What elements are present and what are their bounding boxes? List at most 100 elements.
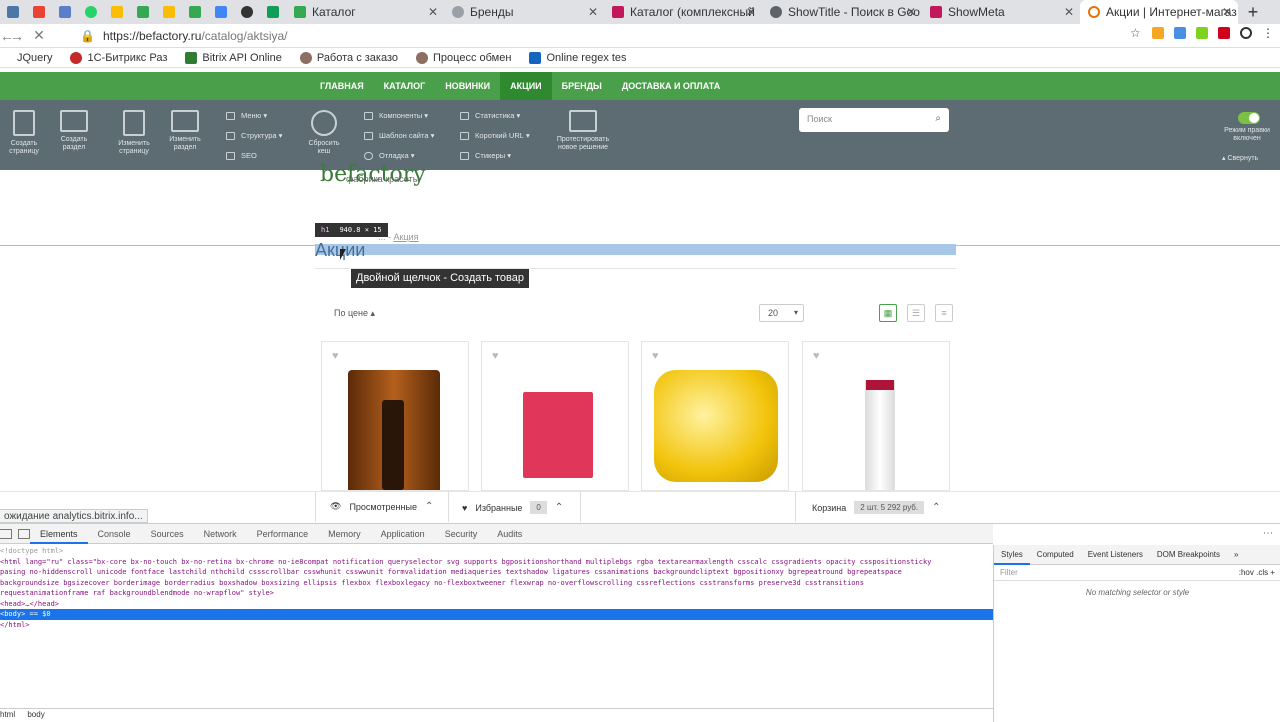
edit-section-button[interactable]: Изменить раздел [163,110,207,152]
close-icon[interactable]: ✕ [428,5,438,19]
breadcrumb-link[interactable]: Акция [394,232,419,242]
nav-item-home[interactable]: ГЛАВНАЯ [310,72,374,100]
extension-icon[interactable] [1196,27,1208,39]
filter-toggles[interactable]: :hov .cls + [1239,568,1275,577]
forward-icon[interactable]: → [6,28,28,44]
pinned-tab-circle[interactable] [234,0,260,24]
browser-tab[interactable]: Бренды ✕ [444,0,604,24]
pinned-tab-drive-1[interactable] [104,0,130,24]
more-tabs-icon[interactable]: » [1227,545,1245,565]
extension-icon[interactable] [1152,27,1164,39]
menu-icon[interactable]: ⋮ [1262,27,1274,39]
browser-tab[interactable]: Каталог ✕ [286,0,444,24]
favorite-heart-icon[interactable]: ♥ [332,350,339,362]
dom-node[interactable]: requestanimationframe raf backgroundblen… [0,588,993,599]
cart-toggle[interactable]: Корзина 2 шт. 5 292 руб. ⌃ [812,501,941,514]
seo-button[interactable]: SEO [226,151,257,160]
tab-console[interactable]: Console [88,524,141,544]
bookmark[interactable]: Работа с заказо [299,51,398,64]
pinned-tab-drive-3[interactable] [156,0,182,24]
tab-dom-breakpoints[interactable]: DOM Breakpoints [1150,545,1227,565]
bookmark[interactable]: Bitrix API Online [185,51,282,64]
pinned-tab-gmail[interactable] [26,0,52,24]
view-grid-button[interactable]: ▦ [879,304,897,322]
close-icon[interactable]: ✕ [746,5,756,19]
crumb-body[interactable]: body [27,710,44,719]
tab-elements[interactable]: Elements [30,524,88,544]
pinned-tab-whatsapp[interactable] [78,0,104,24]
edit-mode-toggle[interactable] [1238,112,1260,124]
nav-item-catalog[interactable]: КАТАЛОГ [374,72,436,100]
view-table-button[interactable]: ≡ [935,304,953,322]
crumb-html[interactable]: html [0,710,15,719]
favorite-heart-icon[interactable]: ♥ [492,350,499,362]
bookmark[interactable]: Процесс обмен [416,51,511,64]
extension-icon[interactable] [1174,27,1186,39]
statistics-dropdown[interactable]: Статистика ▾ [460,111,520,120]
more-options-icon[interactable]: ⋮ [1262,528,1273,538]
site-logo[interactable]: befactory фабрика красоты [320,162,426,187]
dom-node[interactable]: pasing no-hiddenscroll unicode fontface … [0,567,993,578]
dom-node[interactable]: <!doctype html> [0,546,993,557]
dom-node[interactable]: <html lang="ru" class="bx-core bx-no-tou… [0,557,993,568]
structure-dropdown[interactable]: Структура ▾ [226,131,282,140]
product-card[interactable]: ♥ [802,341,950,491]
url-field[interactable]: 🔒 https://befactory.ru/catalog/aktsiya/ [80,29,288,43]
browser-tab-active[interactable]: Акции | Интернет-магаз ✕ [1080,0,1238,24]
tab-event-listeners[interactable]: Event Listeners [1081,545,1150,565]
tab-memory[interactable]: Memory [318,524,371,544]
pinned-tab-drive-4[interactable] [182,0,208,24]
dom-node[interactable]: backgroundsize bgsizecover borderimage b… [0,578,993,589]
favorites-toggle[interactable]: ♥ Избранные 0 ⌃ [462,501,563,514]
per-page-select[interactable]: 20 ▾ [759,304,804,322]
nav-item-brands[interactable]: БРЕНДЫ [552,72,612,100]
bookmark[interactable]: JQuery [0,51,52,64]
dom-node-selected[interactable]: <body> == $0 [0,609,993,620]
tab-application[interactable]: Application [371,524,435,544]
view-list-button[interactable]: ☰ [907,304,925,322]
browser-tab[interactable]: ShowMeta ✕ [922,0,1080,24]
tab-performance[interactable]: Performance [247,524,319,544]
profile-icon[interactable] [1240,27,1252,39]
extension-icon[interactable] [1218,27,1230,39]
debug-dropdown[interactable]: Отладка ▾ [364,151,415,160]
tab-security[interactable]: Security [435,524,488,544]
close-icon[interactable]: ✕ [906,5,916,19]
stop-icon[interactable]: ✕ [28,27,50,44]
reset-cache-button[interactable]: Сбросить кеш [302,110,346,156]
product-card[interactable]: ♥ [641,341,789,491]
close-icon[interactable]: ✕ [588,5,598,19]
sort-by-price[interactable]: По цене ▴ [334,308,375,319]
browser-tab[interactable]: ShowTitle - Поиск в Goo ✕ [762,0,922,24]
viewed-toggle[interactable]: 👁 Просмотренные ⌃ [330,501,433,512]
create-page-button[interactable]: Создать страницу [2,110,46,156]
components-dropdown[interactable]: Компоненты ▾ [364,111,428,120]
search-icon[interactable]: ⌕ [935,113,941,124]
pinned-tab-sheets[interactable] [52,0,78,24]
device-toolbar-icon[interactable] [18,528,30,539]
tab-audits[interactable]: Audits [487,524,532,544]
test-solution-button[interactable]: Протестировать новое решение [550,110,616,152]
bookmark[interactable]: 1С-Битрикс Раз [70,51,167,64]
product-card[interactable]: ♥ [321,341,469,491]
pinned-tab-vk[interactable] [0,0,26,24]
favorite-heart-icon[interactable]: ♥ [813,350,820,362]
dom-node[interactable]: <head>…</head> [0,599,993,610]
tab-styles[interactable]: Styles [994,545,1030,565]
tab-sources[interactable]: Sources [141,524,194,544]
admin-search-input[interactable]: Поиск ⌕ [799,108,949,132]
menu-dropdown[interactable]: Меню ▾ [226,111,267,120]
site-template-dropdown[interactable]: Шаблон сайта ▾ [364,131,434,140]
tab-network[interactable]: Network [194,524,247,544]
favorite-heart-icon[interactable]: ♥ [652,350,659,362]
browser-tab[interactable]: Каталог (комплексный ✕ [604,0,762,24]
nav-item-new[interactable]: НОВИНКИ [435,72,500,100]
close-icon[interactable]: ✕ [1064,5,1074,19]
edit-page-button[interactable]: Изменить страницу [112,110,156,156]
collapse-panel-button[interactable]: ▴ Свернуть [1222,154,1258,162]
nav-item-delivery[interactable]: ДОСТАВКА И ОПЛАТА [612,72,730,100]
stickers-dropdown[interactable]: Стикеры ▾ [460,151,511,160]
dom-node[interactable]: </html> [0,620,993,631]
inspect-icon[interactable] [0,528,12,539]
short-url-dropdown[interactable]: Короткий URL ▾ [460,131,530,140]
